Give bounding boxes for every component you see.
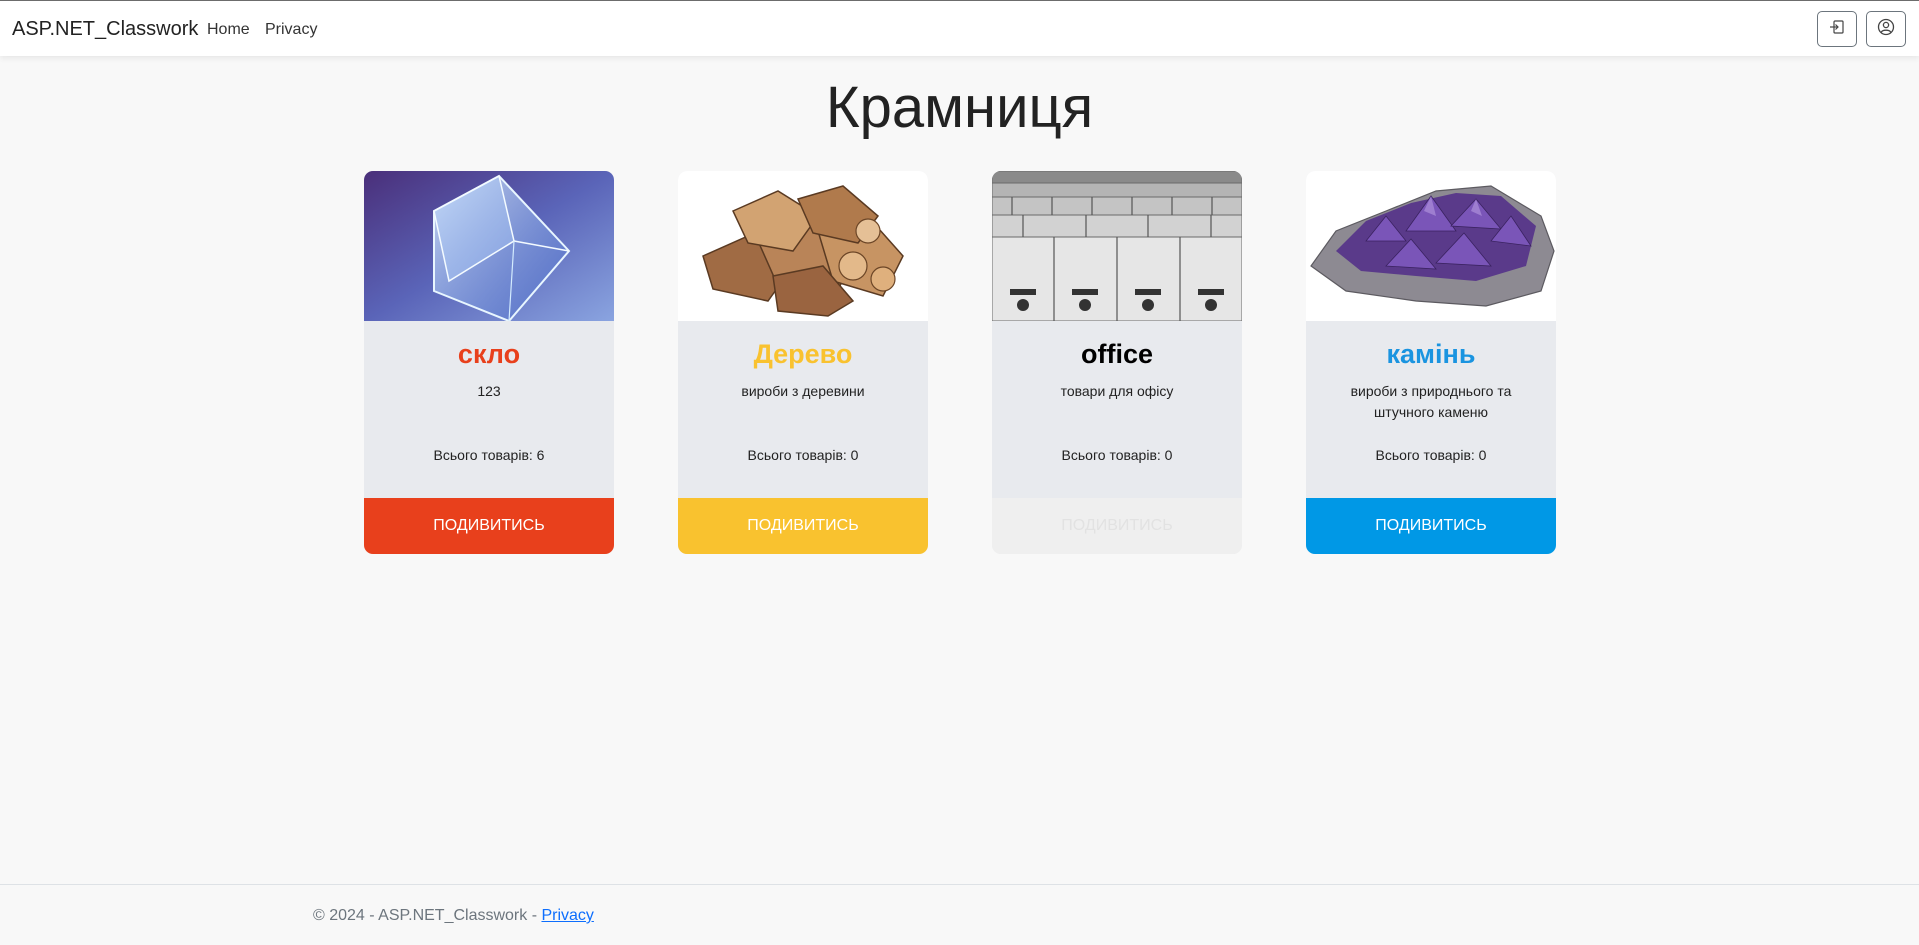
category-card-office: office товари для офісу Всього товарів: …	[992, 171, 1242, 554]
navbar: ASP.NET_Classwork Home Privacy	[0, 0, 1919, 56]
glass-cube-image	[364, 171, 614, 321]
login-button[interactable]	[1817, 11, 1857, 47]
amethyst-stone-image	[1306, 171, 1556, 321]
card-title: Дерево	[753, 339, 853, 369]
page-title: Крамниця	[825, 75, 1094, 140]
card-product-count: Всього товарів: 0	[1375, 447, 1487, 463]
card-title: камінь	[1386, 339, 1476, 369]
nav-privacy-link[interactable]: Privacy	[265, 21, 317, 39]
card-title: office	[1080, 339, 1153, 369]
card-description: 123	[477, 383, 501, 399]
nav-home-link[interactable]: Home	[207, 21, 250, 39]
copyright-text: © 2024 - ASP.NET_Classwork -	[313, 907, 542, 924]
card-title: скло	[457, 339, 521, 369]
login-icon	[1829, 19, 1845, 40]
footer: © 2024 - ASP.NET_Classwork - Privacy	[0, 884, 1919, 945]
footer-text: © 2024 - ASP.NET_Classwork - Privacy	[313, 907, 594, 925]
category-card-glass: скло 123 Всього товарів: 6 ПОДИВИТИСЬ	[364, 171, 614, 554]
footer-privacy-link[interactable]: Privacy	[541, 907, 593, 924]
card-description: товари для офісу	[1060, 383, 1174, 399]
category-card-stone: камінь вироби з природнього та штучного …	[1306, 171, 1556, 554]
card-description: вироби з природнього та штучного каменю	[1350, 383, 1512, 420]
card-description: вироби з деревини	[741, 383, 865, 399]
office-cubicles-image	[992, 171, 1242, 321]
brand-link[interactable]: ASP.NET_Classwork	[12, 18, 198, 41]
view-button[interactable]: ПОДИВИТИСЬ	[678, 498, 928, 554]
view-button[interactable]: ПОДИВИТИСЬ	[1306, 498, 1556, 554]
firewood-image	[678, 171, 928, 321]
card-product-count: Всього товарів: 6	[433, 447, 545, 463]
view-button[interactable]: ПОДИВИТИСЬ	[364, 498, 614, 554]
user-icon	[1877, 18, 1895, 41]
category-card-wood: Дерево вироби з деревини Всього товарів:…	[678, 171, 928, 554]
card-product-count: Всього товарів: 0	[1061, 447, 1173, 463]
card-product-count: Всього товарів: 0	[747, 447, 859, 463]
user-button[interactable]	[1866, 11, 1906, 47]
view-button[interactable]: ПОДИВИТИСЬ	[992, 498, 1242, 554]
